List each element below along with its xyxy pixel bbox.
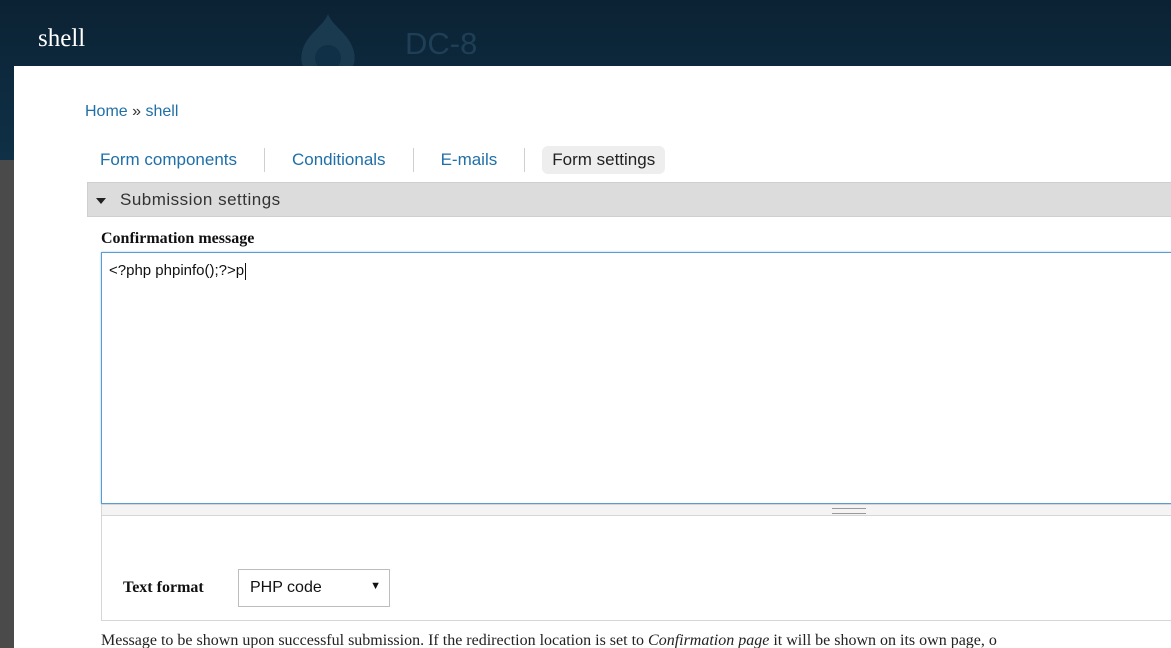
tab-divider <box>524 148 526 172</box>
fieldset-legend: Submission settings <box>120 190 281 209</box>
dropdown-arrow-icon: ▼ <box>370 580 381 592</box>
field-description: Message to be shown upon successful subm… <box>101 632 997 648</box>
text-format-label: Text format <box>123 579 204 596</box>
description-before: Message to be shown upon successful subm… <box>101 632 649 648</box>
breadcrumb-separator: » <box>132 103 142 120</box>
text-cursor <box>245 262 247 280</box>
tab-e-mails[interactable]: E-mails <box>431 146 508 174</box>
caret-down-icon <box>96 198 106 204</box>
tab-conditionals[interactable]: Conditionals <box>282 146 396 174</box>
textarea-value: <?php phpinfo();?>p <box>109 262 245 279</box>
breadcrumb: Home » shell <box>85 103 178 121</box>
submission-settings-toggle[interactable]: Submission settings <box>87 182 1171 217</box>
text-format-wrapper: Text format PHP code ▼ <box>101 516 1171 621</box>
theme-title: DC-8 <box>405 26 478 61</box>
tab-divider <box>264 148 265 172</box>
confirmation-message-textarea[interactable]: <?php phpinfo();?>p <box>101 252 1171 504</box>
confirmation-message-label: Confirmation message <box>101 230 255 247</box>
site-name[interactable]: shell <box>38 25 85 53</box>
textarea-content: <?php phpinfo();?>p <box>109 262 247 280</box>
textarea-resize-grip[interactable] <box>101 504 1171 516</box>
text-format-select[interactable]: PHP code ▼ <box>238 569 390 607</box>
breadcrumb-current-link[interactable]: shell <box>146 103 179 120</box>
tab-form-settings[interactable]: Form settings <box>542 146 666 174</box>
description-after: it will be shown on its own page, o <box>769 632 997 648</box>
description-emphasis: Confirmation page <box>648 632 770 648</box>
text-format-selected: PHP code <box>250 579 322 596</box>
tab-form-components[interactable]: Form components <box>90 146 247 174</box>
breadcrumb-home-link[interactable]: Home <box>85 103 128 120</box>
tab-divider <box>412 148 414 172</box>
overlay-panel: Home » shell Form components Conditional… <box>14 66 1171 648</box>
grip-lines-icon <box>832 508 866 514</box>
secondary-tabs: Form components Conditionals E-mails For… <box>90 145 666 175</box>
